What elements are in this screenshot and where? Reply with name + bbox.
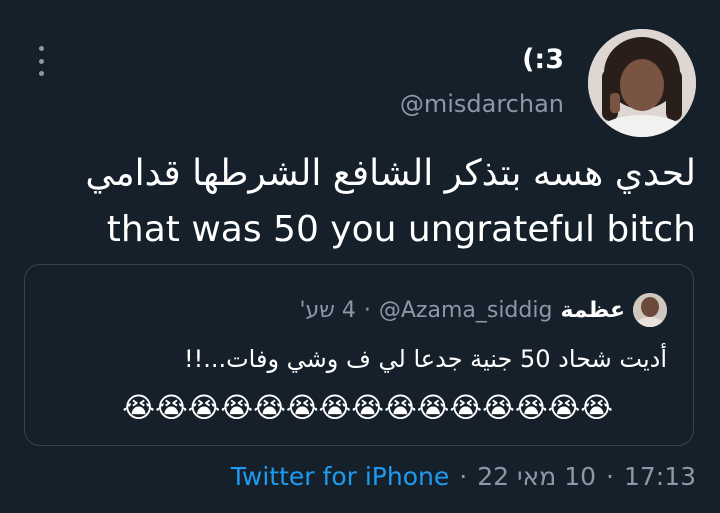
tweet-text-line-arabic: لحدي هسه بتذكر الشافع الشرطها قدامي: [85, 153, 696, 194]
meta-separator: ·: [459, 462, 468, 491]
more-options-icon[interactable]: [31, 46, 51, 76]
author-avatar[interactable]: [588, 29, 696, 137]
tweet-time[interactable]: 17:13: [624, 462, 696, 491]
more-dot: [38, 71, 44, 76]
author-display-name[interactable]: (:3: [522, 44, 564, 75]
tweet-text-line-english: that was 50 you ungrateful bitch: [106, 209, 696, 250]
quoted-author-handle: @Azama_siddig: [378, 297, 553, 323]
tweet-text: لحدي هسه بتذكر الشافع الشرطها قدامي that…: [16, 146, 696, 258]
quoted-separator: ·: [363, 297, 371, 323]
more-dot: [38, 58, 44, 64]
tweet-source-link[interactable]: Twitter for iPhone: [231, 462, 449, 491]
quoted-tweet[interactable]: عظمة @Azama_siddig · 4 שע' أديت شحاد 50 …: [24, 264, 694, 446]
author-handle[interactable]: @misdarchan: [400, 90, 564, 118]
quoted-timestamp: 4 שע': [299, 297, 356, 323]
quoted-tweet-emojis: 😭😭😭😭😭😭😭😭😭😭😭😭😭😭😭: [122, 391, 613, 424]
quoted-author-avatar: [633, 293, 667, 327]
tweet-meta: 17:13 · 10 מאי 22 · Twitter for iPhone: [231, 462, 696, 491]
tweet-date[interactable]: 10 מאי 22: [477, 462, 596, 491]
quoted-tweet-text: أديت شحاد 50 جنية جدعا لي ف وشي وفات...!…: [183, 345, 667, 373]
more-dot: [38, 46, 44, 51]
quoted-author-name: عظمة: [560, 297, 625, 323]
quoted-tweet-header: عظمة @Azama_siddig · 4 שע': [299, 293, 667, 327]
meta-separator: ·: [606, 462, 614, 491]
